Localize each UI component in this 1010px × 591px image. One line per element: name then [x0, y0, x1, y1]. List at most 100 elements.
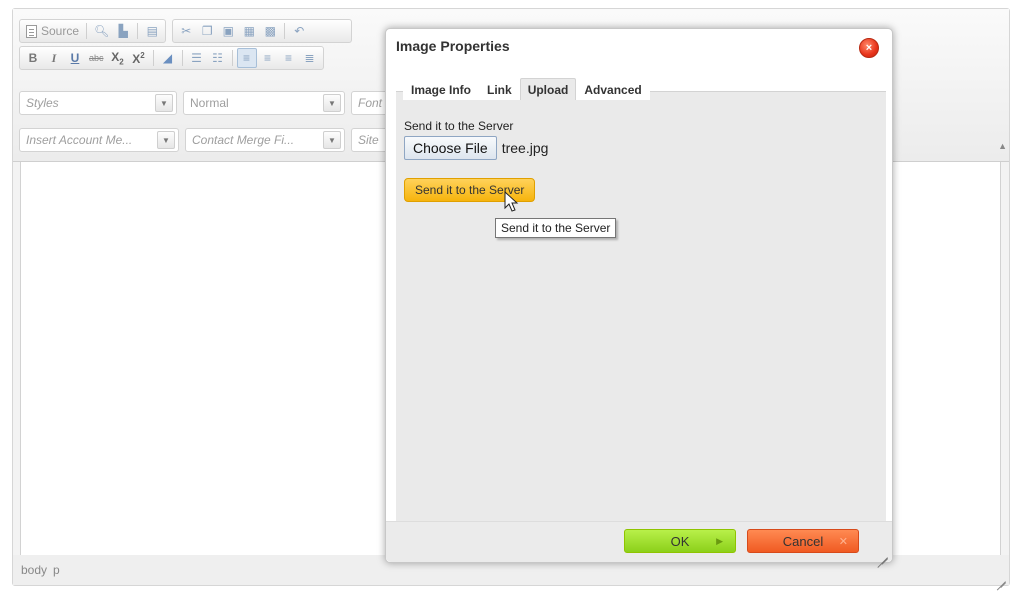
upload-tab-panel: Send it to the Server Choose File tree.j… — [396, 91, 886, 521]
paste-text-icon: ▦ — [243, 24, 255, 38]
remove-format-icon: ◢ — [162, 51, 173, 65]
dialog-resize-grip-icon[interactable] — [876, 546, 888, 558]
contact-merge-label: Contact Merge Fi... — [192, 133, 295, 147]
strike-button[interactable]: abc — [86, 48, 107, 68]
underline-button[interactable]: U — [65, 48, 85, 68]
toolbar-row-4: Insert Account Me... ▼ Contact Merge Fi.… — [19, 128, 411, 152]
send-button-tooltip: Send it to the Server — [495, 218, 617, 238]
italic-button[interactable]: I — [44, 48, 64, 68]
templates-icon: ▤ — [146, 24, 158, 38]
dialog-tabs: Image Info Link Upload Advanced — [403, 78, 650, 100]
close-icon: × — [865, 42, 873, 54]
mouse-pointer-icon — [504, 191, 519, 212]
dialog-title: Image Properties — [396, 38, 510, 54]
toolbar-row-2: B I U abc X2 X2 ◢ ☰ ☷ ≡ ≡ ≡ ≣ — [19, 46, 324, 70]
selected-file-name: tree.jpg — [501, 140, 549, 156]
bold-button[interactable]: B — [23, 48, 43, 68]
format-combo-label: Normal — [190, 96, 229, 110]
superscript-button[interactable]: X2 — [129, 48, 149, 68]
toolbar-group-clipboard: ✂ ❐ ▣ ▦ ▩ ↶ — [172, 19, 353, 43]
align-right-icon: ≡ — [285, 51, 293, 65]
toolbar-separator — [284, 23, 286, 39]
account-merge-combo[interactable]: Insert Account Me... ▼ — [19, 128, 179, 152]
paste-word-icon: ▩ — [264, 24, 276, 38]
subscript-icon: X2 — [111, 49, 124, 67]
strike-icon: abc — [89, 53, 104, 63]
source-button[interactable]: Source — [23, 21, 82, 41]
bold-icon: B — [28, 51, 38, 65]
paste-button[interactable]: ▣ — [218, 21, 238, 41]
preview-icon: 🔍︎ — [94, 24, 110, 38]
chevron-down-icon[interactable]: ▼ — [157, 131, 175, 149]
account-merge-label: Insert Account Me... — [26, 133, 133, 147]
toolbar-row-1: Source 🔍︎ ▙ ▤ ✂ ❐ ▣ ▦ ▩ ↶ — [19, 19, 353, 43]
tab-advanced[interactable]: Advanced — [576, 78, 650, 100]
source-label: Source — [41, 24, 80, 38]
toolbar-separator — [86, 23, 88, 39]
path-item-body[interactable]: body — [21, 563, 47, 577]
dialog-footer: OK ▶ Cancel ✕ — [386, 521, 892, 562]
print-button[interactable]: ▙ — [113, 21, 133, 41]
cut-button[interactable]: ✂ — [176, 21, 196, 41]
upload-field-label: Send it to the Server — [404, 119, 514, 133]
resize-grip-icon[interactable] — [996, 572, 1006, 582]
align-left-icon: ≡ — [243, 51, 251, 65]
toolbar-group-basicstyles: B I U abc X2 X2 ◢ ☰ ☷ ≡ ≡ ≡ ≣ — [19, 46, 324, 70]
undo-icon: ↶ — [294, 24, 305, 38]
chevron-down-icon[interactable]: ▼ — [155, 94, 173, 112]
toolbar-separator — [181, 50, 183, 66]
scroll-up-icon[interactable]: ▲ — [998, 141, 1007, 151]
source-icon — [26, 24, 37, 38]
ok-button[interactable]: OK ▶ — [624, 529, 736, 553]
paste-icon: ▣ — [222, 24, 234, 38]
toolbar-group-document: Source 🔍︎ ▙ ▤ — [19, 19, 167, 43]
templates-button[interactable]: ▤ — [142, 21, 162, 41]
choose-file-button[interactable]: Choose File — [404, 136, 497, 160]
numbered-list-button[interactable]: ☰ — [187, 48, 207, 68]
cancel-button[interactable]: Cancel ✕ — [747, 529, 859, 553]
ok-label: OK — [670, 533, 690, 549]
italic-icon: I — [51, 50, 57, 65]
align-right-button[interactable]: ≡ — [279, 48, 299, 68]
arrow-right-icon: ▶ — [716, 535, 723, 546]
tab-image-info[interactable]: Image Info — [403, 78, 480, 100]
bulleted-list-button[interactable]: ☷ — [208, 48, 228, 68]
bulleted-list-icon: ☷ — [212, 51, 223, 65]
subscript-button[interactable]: X2 — [108, 48, 128, 68]
copy-icon: ❐ — [201, 24, 213, 38]
tab-link[interactable]: Link — [479, 78, 520, 100]
preview-button[interactable]: 🔍︎ — [91, 21, 112, 41]
justify-button[interactable]: ≣ — [300, 48, 320, 68]
remove-format-button[interactable]: ◢ — [158, 48, 178, 68]
print-icon: ▙ — [118, 24, 128, 38]
chevron-down-icon[interactable]: ▼ — [323, 94, 341, 112]
format-combo[interactable]: Normal ▼ — [183, 91, 345, 115]
styles-combo-label: Styles — [26, 96, 59, 110]
toolbar-separator — [152, 50, 154, 66]
path-item-p[interactable]: p — [53, 563, 60, 577]
toolbar-separator — [137, 23, 139, 39]
cut-icon: ✂ — [181, 24, 192, 38]
close-x-icon: ✕ — [838, 535, 848, 548]
toolbar-separator — [231, 50, 233, 66]
contact-merge-combo[interactable]: Contact Merge Fi... ▼ — [185, 128, 345, 152]
close-button[interactable]: × — [859, 38, 879, 58]
justify-icon: ≣ — [304, 51, 315, 65]
superscript-icon: X2 — [132, 50, 145, 66]
toolbar-row-3: Styles ▼ Normal ▼ Font — [19, 91, 411, 115]
numbered-list-icon: ☰ — [191, 51, 202, 65]
paste-word-button[interactable]: ▩ — [260, 21, 280, 41]
image-properties-dialog: Image Properties × Send it to the Server… — [385, 28, 893, 563]
cancel-label: Cancel — [782, 533, 824, 549]
copy-button[interactable]: ❐ — [197, 21, 217, 41]
file-input: Choose File tree.jpg — [404, 136, 548, 160]
align-left-button[interactable]: ≡ — [236, 48, 257, 68]
underline-icon: U — [70, 51, 80, 65]
styles-combo[interactable]: Styles ▼ — [19, 91, 177, 115]
chevron-down-icon[interactable]: ▼ — [323, 131, 341, 149]
undo-button[interactable]: ↶ — [289, 21, 309, 41]
align-center-button[interactable]: ≡ — [258, 48, 278, 68]
align-center-icon: ≡ — [264, 51, 272, 65]
paste-text-button[interactable]: ▦ — [239, 21, 259, 41]
tab-upload[interactable]: Upload — [519, 78, 577, 100]
